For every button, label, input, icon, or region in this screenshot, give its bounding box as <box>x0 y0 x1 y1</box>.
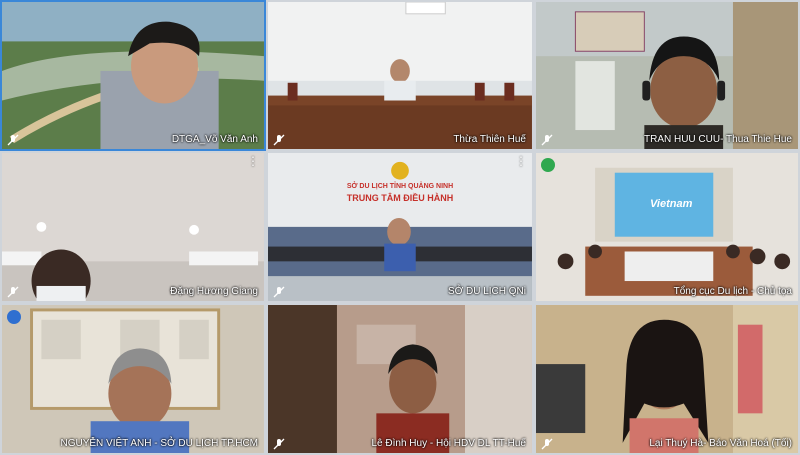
video-feed <box>536 153 798 301</box>
muted-mic-icon <box>7 133 19 146</box>
participant-name: Lê Đình Huy - Hội HDV DL TT-Huế <box>371 438 527 449</box>
video-feed <box>2 305 264 453</box>
participant-tile[interactable]: ⋮ Đặng Hương Giang <box>0 151 266 303</box>
participant-tile[interactable]: DTGA_Võ Văn Anh <box>0 0 266 151</box>
participant-name: SỞ DU LỊCH QNi <box>447 286 526 297</box>
muted-mic-icon <box>273 133 285 146</box>
video-feed <box>2 2 264 149</box>
participant-tile[interactable]: Vietnam Tổng cục Du lịch - Chủ tọa <box>534 151 800 303</box>
video-feed <box>536 305 798 453</box>
room-sign: SỞ DU LỊCH TỈNH QUẢNG NINH <box>346 183 454 190</box>
muted-mic-icon <box>7 285 19 298</box>
banner-text: Vietnam <box>650 198 693 210</box>
participant-name: Tổng cục Du lịch - Chủ tọa <box>673 286 792 297</box>
video-grid: DTGA_Võ Văn Anh Thừa Thiên Huế TRAN HUU … <box>0 0 800 455</box>
participant-name: Lại Thuý Hà- Báo Văn Hoá (Tối) <box>649 438 792 449</box>
muted-mic-icon <box>541 133 553 146</box>
video-feed <box>268 2 532 149</box>
participant-tile[interactable]: Lại Thuý Hà- Báo Văn Hoá (Tối) <box>534 303 800 455</box>
participant-tile[interactable]: Thừa Thiên Huế <box>266 0 534 151</box>
video-feed <box>536 2 798 149</box>
video-feed <box>2 153 264 301</box>
more-options-icon[interactable]: ⋮ <box>515 155 527 167</box>
video-feed <box>268 305 532 453</box>
muted-mic-icon <box>273 285 285 298</box>
video-feed <box>268 153 532 301</box>
participant-tile[interactable]: TRAN HUU CUU- Thua Thie Hue <box>534 0 800 151</box>
participant-tile[interactable]: SỞ DU LỊCH TỈNH QUẢNG NINH TRUNG TÂM ĐIỀ… <box>266 151 534 303</box>
room-sign-subtitle: TRUNG TÂM ĐIỀU HÀNH <box>346 193 454 203</box>
raise-hand-icon <box>7 310 21 324</box>
speaking-indicator-icon <box>541 158 555 172</box>
muted-mic-icon <box>541 437 553 450</box>
participant-tile[interactable]: Lê Đình Huy - Hội HDV DL TT-Huế <box>266 303 534 455</box>
muted-mic-icon <box>273 437 285 450</box>
participant-tile[interactable]: NGUYỄN VIỆT ANH - SỞ DU LỊCH TP.HCM <box>0 303 266 455</box>
participant-name: TRAN HUU CUU- Thua Thie Hue <box>643 134 792 145</box>
more-options-icon[interactable]: ⋮ <box>247 155 259 167</box>
participant-name: NGUYỄN VIỆT ANH - SỞ DU LỊCH TP.HCM <box>60 438 259 449</box>
participant-name: Thừa Thiên Huế <box>453 134 526 145</box>
participant-name: Đặng Hương Giang <box>170 286 258 297</box>
participant-name: DTGA_Võ Văn Anh <box>171 134 258 145</box>
